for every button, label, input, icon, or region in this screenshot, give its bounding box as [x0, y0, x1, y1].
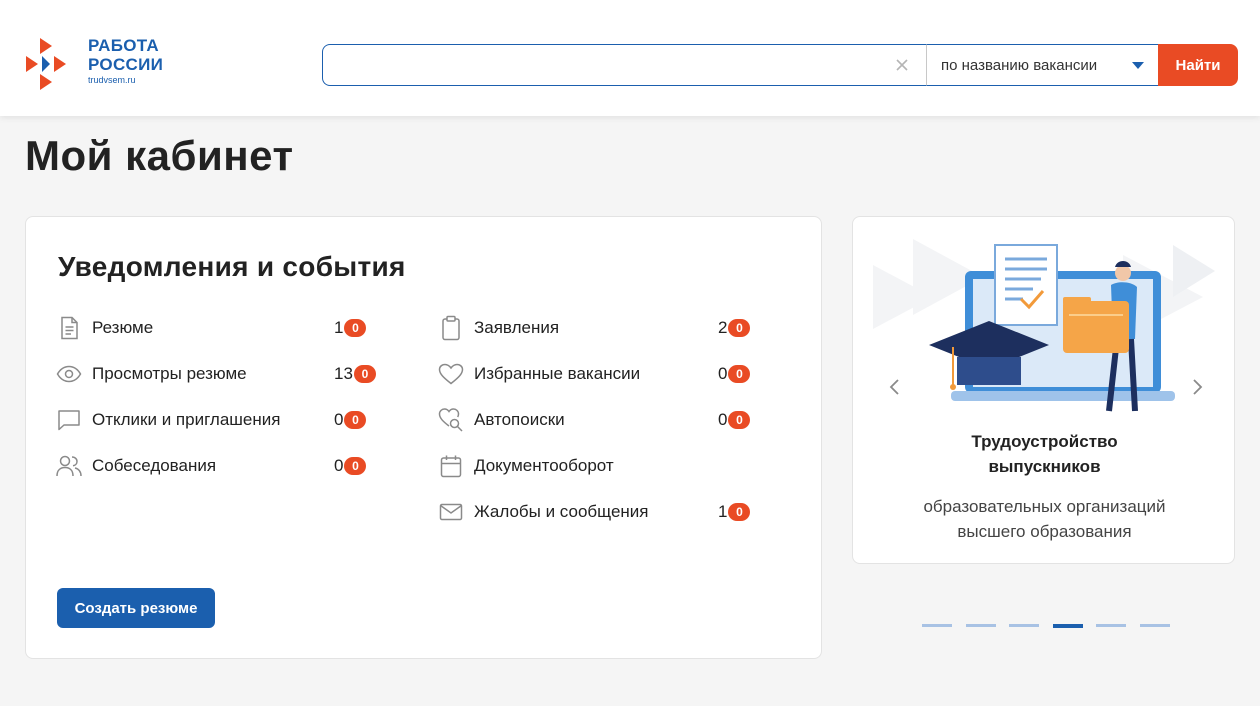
heart-search-icon [438, 407, 464, 433]
chevron-left-icon[interactable] [885, 377, 905, 397]
carousel-pagination [922, 623, 1183, 628]
carousel-dot[interactable] [1096, 624, 1126, 627]
header: РАБОТА РОССИИ trudvsem.ru по названию ва… [0, 0, 1260, 116]
promo-carousel: Трудоустройство выпускников образователь… [852, 216, 1235, 564]
carousel-dot-active[interactable] [1052, 623, 1083, 628]
logo-line-2: РОССИИ [88, 55, 164, 74]
search-button[interactable]: Найти [1158, 44, 1238, 86]
notification-item-responses[interactable]: Отклики и приглашения 00 [56, 397, 386, 443]
carousel-dot[interactable] [1139, 624, 1170, 627]
heart-icon [438, 361, 464, 387]
eye-icon [56, 361, 82, 387]
notification-item-interviews[interactable]: Собеседования 00 [56, 443, 386, 489]
notification-label: Автопоиски [474, 410, 565, 429]
page-title: Мой кабинет [25, 132, 294, 179]
carousel-dot[interactable] [1009, 624, 1039, 627]
users-icon [56, 453, 82, 479]
clipboard-icon [438, 315, 464, 341]
count-value: 1 [718, 502, 728, 521]
search-type-select[interactable]: по названию вакансии [926, 44, 1158, 86]
notification-label: Избранные вакансии [474, 364, 641, 383]
notification-item-resume-views[interactable]: Просмотры резюме 13 0 [56, 351, 386, 397]
notification-label: Заявления [474, 318, 560, 337]
notification-item-applications[interactable]: Заявления 20 [438, 305, 768, 351]
notification-count: 10 [718, 502, 751, 522]
notification-count: 20 [718, 318, 751, 338]
logo-domain: trudvsem.ru [88, 75, 136, 85]
promo-subtitle: образовательных организаций высшего обра… [923, 497, 1166, 541]
notification-count: 00 [718, 410, 751, 430]
notification-label: Собеседования [92, 456, 217, 475]
search-input[interactable] [323, 45, 883, 85]
new-badge: 0 [344, 457, 367, 475]
new-badge: 0 [344, 411, 367, 429]
new-badge: 0 [728, 365, 751, 383]
notification-item-document-flow[interactable]: Документооборот [438, 443, 768, 489]
envelope-icon [438, 499, 464, 525]
calendar-icon [438, 453, 464, 479]
new-badge: 0 [728, 319, 751, 337]
chevron-down-icon [1132, 62, 1144, 69]
notification-count: 10 [334, 318, 367, 338]
logo[interactable]: РАБОТА РОССИИ trudvsem.ru [24, 36, 184, 96]
search-bar: по названию вакансии Найти [322, 44, 1238, 86]
document-icon [56, 315, 82, 341]
count-value: 0 [718, 410, 728, 429]
notification-label: Жалобы и сообщения [474, 502, 649, 521]
notifications-right-column: Заявления 20 Избранные вакансии 00 Автоп… [438, 305, 768, 535]
notifications-title: Уведомления и события [58, 251, 406, 282]
logo-mark-icon [26, 38, 66, 90]
search-type-label: по названию вакансии [941, 56, 1098, 74]
search-input-wrap [322, 44, 926, 86]
new-badge: 0 [353, 365, 376, 383]
count-value: 1 [334, 318, 344, 337]
notification-count: 13 0 [334, 364, 376, 384]
notification-count: 00 [334, 456, 367, 476]
notification-label: Документооборот [474, 456, 614, 475]
carousel-dot[interactable] [922, 624, 952, 627]
logo-line-1: РАБОТА [88, 36, 159, 55]
carousel-dot[interactable] [965, 624, 996, 627]
count-value: 0 [334, 410, 344, 429]
notification-label: Отклики и приглашения [92, 410, 281, 429]
create-resume-button[interactable]: Создать резюме [57, 588, 215, 628]
notification-item-favorite-vacancies[interactable]: Избранные вакансии 00 [438, 351, 768, 397]
chat-icon [56, 407, 82, 433]
notification-count: 00 [718, 364, 751, 384]
new-badge: 0 [728, 411, 751, 429]
new-badge: 0 [728, 503, 751, 521]
notification-item-autosearch[interactable]: Автопоиски 00 [438, 397, 768, 443]
graduate-illustration [873, 239, 1215, 412]
count-value: 13 [334, 364, 353, 383]
notifications-card: Уведомления и события Резюме 10 Просмотр… [25, 216, 822, 659]
clear-icon[interactable] [894, 57, 910, 73]
new-badge: 0 [344, 319, 367, 337]
notifications-left-column: Резюме 10 Просмотры резюме 13 0 Отклики и… [56, 305, 386, 489]
chevron-right-icon[interactable] [1187, 377, 1207, 397]
count-value: 0 [718, 364, 728, 383]
notification-item-resume[interactable]: Резюме 10 [56, 305, 386, 351]
notification-label: Резюме [92, 318, 154, 337]
notification-item-complaints[interactable]: Жалобы и сообщения 10 [438, 489, 768, 535]
logo-text: РАБОТА РОССИИ trudvsem.ru [88, 36, 163, 85]
notification-label: Просмотры резюме [92, 364, 247, 383]
count-value: 0 [334, 456, 344, 475]
notification-count: 00 [334, 410, 367, 430]
count-value: 2 [718, 318, 728, 337]
promo-title: Трудоустройство выпускников [971, 432, 1118, 476]
